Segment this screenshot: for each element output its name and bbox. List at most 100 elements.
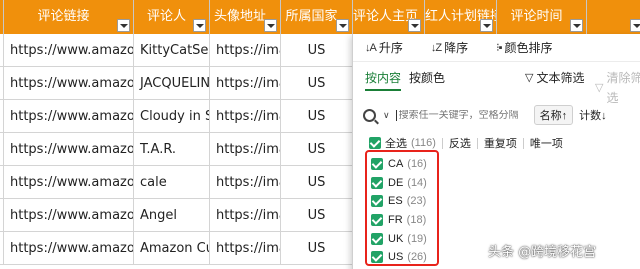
cell-avatar-url[interactable]: https://imag [210,166,281,199]
header-review-link[interactable]: 评论链接 [4,0,134,34]
cell-reviewer[interactable]: KittyCatSeni [134,34,210,67]
cell-country[interactable]: US [281,100,353,133]
tab-by-color[interactable]: 按颜色 [409,68,445,88]
item-value: UK [388,232,404,245]
list-item[interactable]: UK (19) [367,229,437,248]
cell-avatar-url[interactable]: https://imag [210,199,281,232]
country-value-list: CA (16) DE (14) ES (23) FR (18) UK (19) … [365,150,439,266]
search-input[interactable] [395,109,528,121]
item-checkbox[interactable] [371,232,383,245]
item-value: FR [388,214,403,227]
funnel-clear-icon: ▽ [595,82,604,94]
sort-by-name-button[interactable]: 名称↑ [533,105,574,125]
sort-asc-label: 升序 [378,41,403,55]
cell-country[interactable]: US [281,166,353,199]
cell-reviewer[interactable]: cale [134,166,210,199]
select-all-label[interactable]: 全选 [385,135,407,151]
cell-country[interactable]: US [281,67,353,100]
sort-desc-button[interactable]: ↓Z 降序 [431,39,468,56]
cell-review-link[interactable]: https://www.amazon.c [4,199,134,232]
filter-dropdown-icon[interactable] [480,19,493,32]
search-icon[interactable] [363,108,376,122]
item-value: CA [388,158,404,171]
cell-review-link[interactable]: https://www.amazon.c [4,34,134,67]
header-extra[interactable] [587,0,640,34]
filter-dropdown-icon[interactable] [630,19,640,32]
filter-dropdown-icon[interactable] [264,19,277,32]
cell-country[interactable]: US [281,199,353,232]
item-checkbox[interactable] [371,214,383,227]
sort-asc-button[interactable]: ↓A 升序 [365,39,403,56]
header-review-time[interactable]: 评论时间 [497,0,587,34]
list-item[interactable]: FR (18) [367,211,437,230]
item-value: DE [388,176,404,189]
clear-filter-label: 清除筛选 [606,71,640,105]
sort-asc-icon: ↓A [365,41,377,54]
table-row: https://www.amazon.c Angel https://imag … [0,199,353,232]
cell-review-link[interactable]: https://www.amazon.c [4,166,134,199]
tab-by-content[interactable]: 按内容 [365,68,402,91]
select-all-checkbox[interactable] [369,137,381,149]
select-all-count: (116) [411,137,436,149]
sort-by-count-button[interactable]: 计数↓ [579,107,607,123]
header-label: 评论链接 [37,9,90,24]
filter-dropdown-icon[interactable] [336,19,349,32]
cell-avatar-url[interactable]: https://imag [210,232,281,265]
item-checkbox[interactable] [371,195,383,208]
cell-review-link[interactable]: https://www.amazon.c [4,100,134,133]
header-reviewer-page[interactable]: 评论人主页 [353,0,425,34]
invert-selection-link[interactable]: 反选 [449,135,471,151]
table-row: https://www.amazon.c cale https://imag U… [0,166,353,199]
item-checkbox[interactable] [371,176,383,189]
list-item[interactable]: CA (16) [367,155,437,174]
sort-desc-icon: ↓Z [430,41,442,54]
watermark: 头条 @跨境移花宫 [488,245,597,260]
list-item[interactable]: DE (14) [367,174,437,193]
item-checkbox[interactable] [371,158,383,171]
cell-country[interactable]: US [281,133,353,166]
cell-country[interactable]: US [281,232,353,265]
cell-reviewer[interactable]: Angel [134,199,210,232]
cell-avatar-url[interactable]: https://imag [210,67,281,100]
item-count: (18) [406,214,427,227]
color-sort-label: 颜色排序 [504,41,553,55]
filter-dropdown-icon[interactable] [408,19,421,32]
cell-avatar-url[interactable]: https://imag [210,100,281,133]
cell-reviewer[interactable]: Cloudy in Se [134,100,210,133]
funnel-icon: ▽ [525,72,534,84]
header-avatar-url[interactable]: 头像地址 [210,0,281,34]
item-count: (14) [407,176,427,189]
clear-filter-button[interactable]: ▽ 清除筛选 [595,68,640,108]
cell-reviewer[interactable]: T.A.R. [134,133,210,166]
cell-country[interactable]: US [281,34,353,67]
cell-reviewer[interactable]: Amazon Cus [134,232,210,265]
text-filter-button[interactable]: ▽ 文本筛选 [525,68,584,88]
list-item[interactable]: ES (23) [367,192,437,211]
cell-reviewer[interactable]: JACQUELINE [134,67,210,100]
cell-avatar-url[interactable]: https://imag [210,34,281,67]
filter-dropdown-icon[interactable] [193,19,206,32]
cell-review-link[interactable]: https://www.amazon.c [4,67,134,100]
item-checkbox[interactable] [371,251,383,264]
sort-bar: ↓A 升序 ↓Z 降序 ⁝▪ 颜色排序 [353,34,640,62]
cell-review-link[interactable]: https://www.amazon.c [4,232,134,265]
item-count: (26) [407,251,427,264]
header-reviewer[interactable]: 评论人 [134,0,210,34]
item-count: (23) [406,195,427,208]
filter-dropdown-icon[interactable] [570,19,583,32]
header-influencer-link[interactable]: 红人计划链接 [425,0,497,34]
chevron-down-icon[interactable]: ∨ [383,110,390,121]
table-row: https://www.amazon.c Amazon Cus https://… [0,232,353,265]
list-item[interactable]: US (26) [367,248,437,267]
header-country[interactable]: 所属国家 [281,0,353,34]
divider [476,137,478,149]
color-sort-button[interactable]: ⁝▪ 颜色排序 [496,39,552,56]
unique-link[interactable]: 唯一项 [530,135,563,151]
filter-tabs: 按内容 按颜色 ▽ 文本筛选 ▽ 清除筛选 [353,68,640,105]
duplicates-link[interactable]: 重复项 [484,135,517,151]
cell-avatar-url[interactable]: https://imag [210,133,281,166]
cell-review-link[interactable]: https://www.amazon.c [4,133,134,166]
filter-dropdown-icon[interactable] [117,19,130,32]
divider [522,137,524,149]
search-row: ∨ 名称↑ 计数↓ [363,104,640,126]
